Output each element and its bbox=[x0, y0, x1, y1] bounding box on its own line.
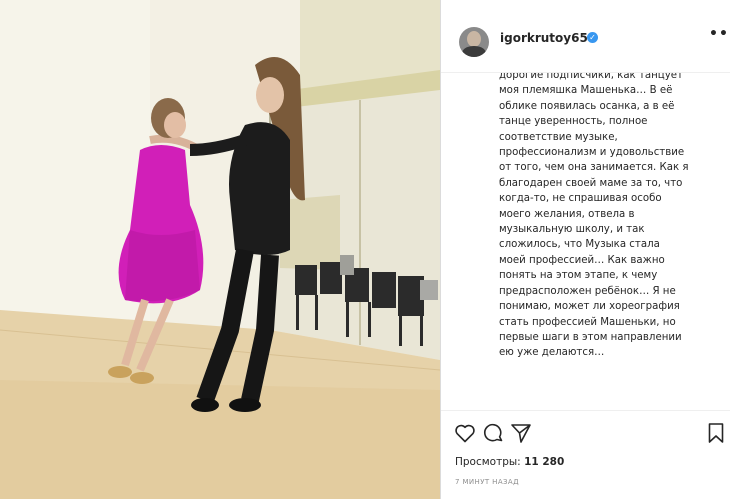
comment-icon[interactable] bbox=[481, 421, 505, 445]
caption-line: ею уже делаются… bbox=[499, 347, 605, 359]
video-frame-illustration bbox=[0, 0, 440, 499]
caption-line: благодарен своей маме за то, что bbox=[499, 177, 683, 189]
views-count[interactable]: Просмотры: 11 280 bbox=[455, 456, 564, 468]
caption-line: моей профессией… Как важно bbox=[499, 254, 665, 266]
caption-line: соответствие музыке, bbox=[499, 131, 618, 143]
caption-line: моя племяшка Машенька… В её bbox=[499, 85, 673, 97]
caption-line: танце уверенность, полное bbox=[499, 116, 648, 128]
caption-line: моего желания, отвела в bbox=[499, 208, 635, 220]
post-header: igorkrutoy65 ✓ ••• bbox=[441, 0, 730, 73]
caption-line: предрасположен ребёнок… Я не bbox=[499, 285, 676, 297]
caption-line: когда-то, не спрашивая особо bbox=[499, 193, 662, 205]
caption-line: первые шаги в этом направлении bbox=[499, 331, 682, 343]
post-actions: Просмотры: 11 280 7 МИНУТ НАЗАД bbox=[441, 410, 730, 500]
more-options-icon[interactable]: ••• bbox=[709, 26, 730, 42]
caption-line: облике появилась осанка, а в её bbox=[499, 100, 675, 112]
views-number: 11 280 bbox=[524, 456, 565, 468]
verified-badge-icon: ✓ bbox=[587, 32, 598, 43]
username-link[interactable]: igorkrutoy65 bbox=[500, 31, 588, 45]
caption-line: понять на этом этапе, к чему bbox=[499, 270, 658, 282]
views-label: Просмотры: bbox=[455, 456, 521, 468]
caption-line: понимаю, может ли хореография bbox=[499, 301, 680, 313]
post-video[interactable] bbox=[0, 0, 440, 499]
caption-line: сложилось, что Музыка стала bbox=[499, 239, 660, 251]
caption-line: дорогие подписчики, как танцует bbox=[499, 73, 683, 81]
heart-icon[interactable] bbox=[453, 421, 477, 445]
caption-line: музыкальную школу, и так bbox=[499, 224, 645, 236]
share-icon[interactable] bbox=[509, 421, 533, 445]
instagram-post: igorkrutoy65 ✓ ••• дорогие подписчики, к… bbox=[0, 0, 730, 499]
post-sidebar: igorkrutoy65 ✓ ••• дорогие подписчики, к… bbox=[441, 0, 730, 499]
caption-line: стать профессией Машеньки, но bbox=[499, 316, 676, 328]
caption-text: дорогие подписчики, как танцует моя плем… bbox=[499, 73, 714, 361]
post-timestamp[interactable]: 7 МИНУТ НАЗАД bbox=[455, 478, 519, 486]
caption-area: дорогие подписчики, как танцует моя плем… bbox=[441, 73, 730, 410]
caption-line: от того, чем она занимается. Как я bbox=[499, 162, 689, 174]
caption-line: профессионализм и удовольствие bbox=[499, 147, 685, 159]
bookmark-icon[interactable] bbox=[704, 421, 728, 445]
avatar[interactable] bbox=[459, 27, 489, 57]
